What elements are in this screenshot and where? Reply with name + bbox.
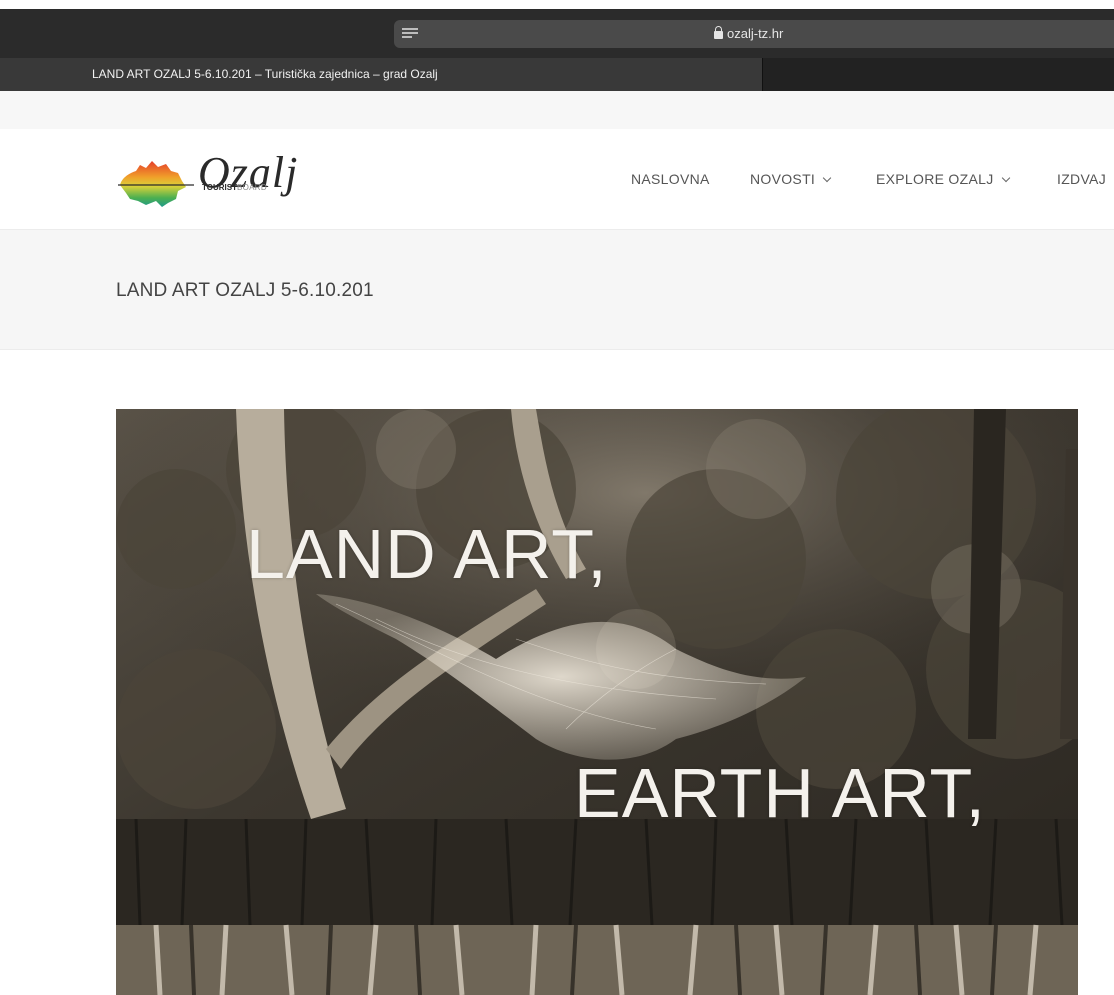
chevron-down-icon: [1001, 173, 1010, 183]
window-edge: [0, 0, 1114, 9]
nav-item-naslovna[interactable]: NASLOVNA: [631, 171, 710, 187]
nav-item-explore-ozalj[interactable]: EXPLORE OZALJ: [876, 171, 1010, 187]
nav-label: EXPLORE OZALJ: [876, 171, 994, 187]
browser-tab-active[interactable]: LAND ART OZALJ 5-6.10.201 – Turistička z…: [0, 58, 763, 91]
lock-icon: [714, 26, 723, 39]
site-header: Ozalj TOURISTBOARD NASLOVNA NOVOSTI EXPL…: [0, 129, 1114, 229]
hero-image: LAND ART, EARTH ART,: [116, 409, 1078, 995]
top-strip: [0, 91, 1114, 130]
nav-label: NASLOVNA: [631, 171, 710, 187]
browser-tab-empty[interactable]: [763, 58, 1114, 91]
page-title-band: LAND ART OZALJ 5-6.10.201: [0, 229, 1114, 350]
url-display[interactable]: ozalj-tz.hr: [714, 25, 783, 43]
main-nav: NASLOVNA NOVOSTI EXPLORE OZALJ IZDVAJ: [0, 129, 1114, 229]
hero-heading-line1: LAND ART,: [246, 515, 608, 593]
tab-bar: LAND ART OZALJ 5-6.10.201 – Turistička z…: [0, 58, 1114, 91]
nav-item-izdvaj[interactable]: IZDVAJ: [1057, 171, 1106, 187]
address-bar[interactable]: ozalj-tz.hr: [394, 20, 1114, 48]
page-title: LAND ART OZALJ 5-6.10.201: [116, 280, 374, 301]
nav-label: IZDVAJ: [1057, 171, 1106, 187]
tab-title: LAND ART OZALJ 5-6.10.201 – Turistička z…: [92, 67, 438, 81]
hero-heading-line2: EARTH ART,: [574, 754, 986, 832]
nav-label: NOVOSTI: [750, 171, 816, 187]
browser-toolbar: ozalj-tz.hr: [0, 0, 1114, 58]
url-text: ozalj-tz.hr: [727, 26, 784, 41]
forest-photo: [116, 409, 1078, 995]
reader-icon[interactable]: [402, 28, 418, 40]
chevron-down-icon: [822, 173, 832, 183]
nav-item-novosti[interactable]: NOVOSTI: [750, 171, 832, 187]
